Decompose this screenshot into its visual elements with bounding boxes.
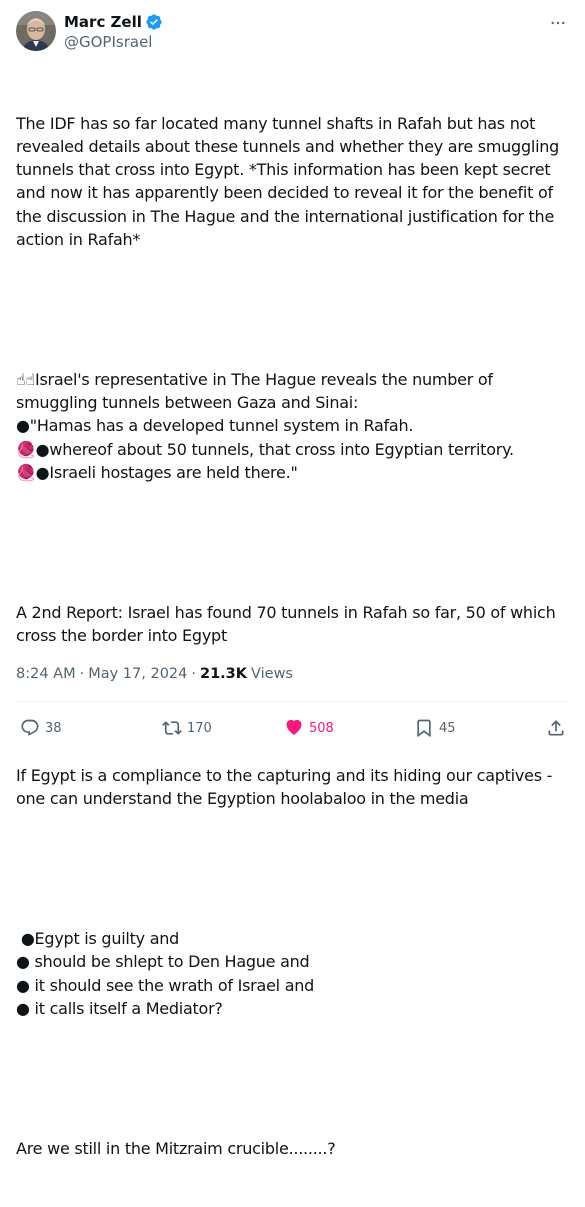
tweet-paragraph: A 2nd Report: Israel has found 70 tunnel…	[16, 602, 561, 646]
share-button[interactable]	[546, 714, 566, 742]
reply-button[interactable]: 38	[20, 714, 62, 742]
author-handle[interactable]: @GOPIsrael	[64, 33, 163, 53]
tweet-date[interactable]: May 17, 2024	[88, 666, 187, 682]
tweet-header: Marc Zell @GOPIsrael	[16, 11, 569, 55]
reply-icon	[20, 718, 40, 738]
tweet-paragraph: ☝☝Israel's representative in The Hague r…	[16, 369, 514, 483]
tweet-paragraph: Are we still in the Mitzraim crucible...…	[16, 1138, 336, 1158]
divider	[16, 701, 569, 702]
bookmark-button[interactable]: 45	[414, 714, 456, 742]
meta-separator: ·	[191, 666, 196, 682]
views-count: 21.3K	[200, 666, 248, 682]
action-bar: 38 170 508 45	[16, 714, 569, 742]
tweet-paragraph: If Egypt is a compliance to the capturin…	[16, 765, 557, 809]
tweet-paragraph: The IDF has so far located many tunnel s…	[16, 113, 564, 250]
share-icon	[546, 718, 566, 738]
tweet-paragraph: ●Egypt is guilty and ● should be shlept …	[16, 928, 315, 1018]
author-names: Marc Zell @GOPIsrael	[64, 12, 163, 53]
more-horizontal-icon[interactable]	[547, 13, 569, 33]
repost-button[interactable]: 170	[162, 714, 212, 742]
bookmark-icon	[414, 718, 434, 738]
avatar[interactable]	[16, 11, 56, 51]
reply-count: 38	[45, 720, 62, 736]
display-name[interactable]: Marc Zell	[64, 13, 142, 31]
tweet: Marc Zell @GOPIsrael The IDF has so far …	[0, 0, 585, 1158]
bookmark-count: 45	[439, 720, 456, 736]
like-button[interactable]: 508	[284, 714, 334, 742]
heart-icon	[284, 718, 304, 738]
tweet-text: The IDF has so far located many tunnel s…	[16, 65, 572, 1207]
repost-icon	[162, 718, 182, 738]
display-name-row: Marc Zell	[64, 12, 163, 32]
tweet-meta: 8:24 AM · May 17, 2024 · 21.3K Views	[16, 666, 293, 682]
meta-separator: ·	[79, 666, 85, 682]
like-count: 508	[309, 720, 334, 736]
views-label: Views	[251, 666, 293, 682]
verified-badge-icon	[145, 13, 163, 31]
repost-count: 170	[187, 720, 212, 736]
tweet-time[interactable]: 8:24 AM	[16, 666, 76, 682]
